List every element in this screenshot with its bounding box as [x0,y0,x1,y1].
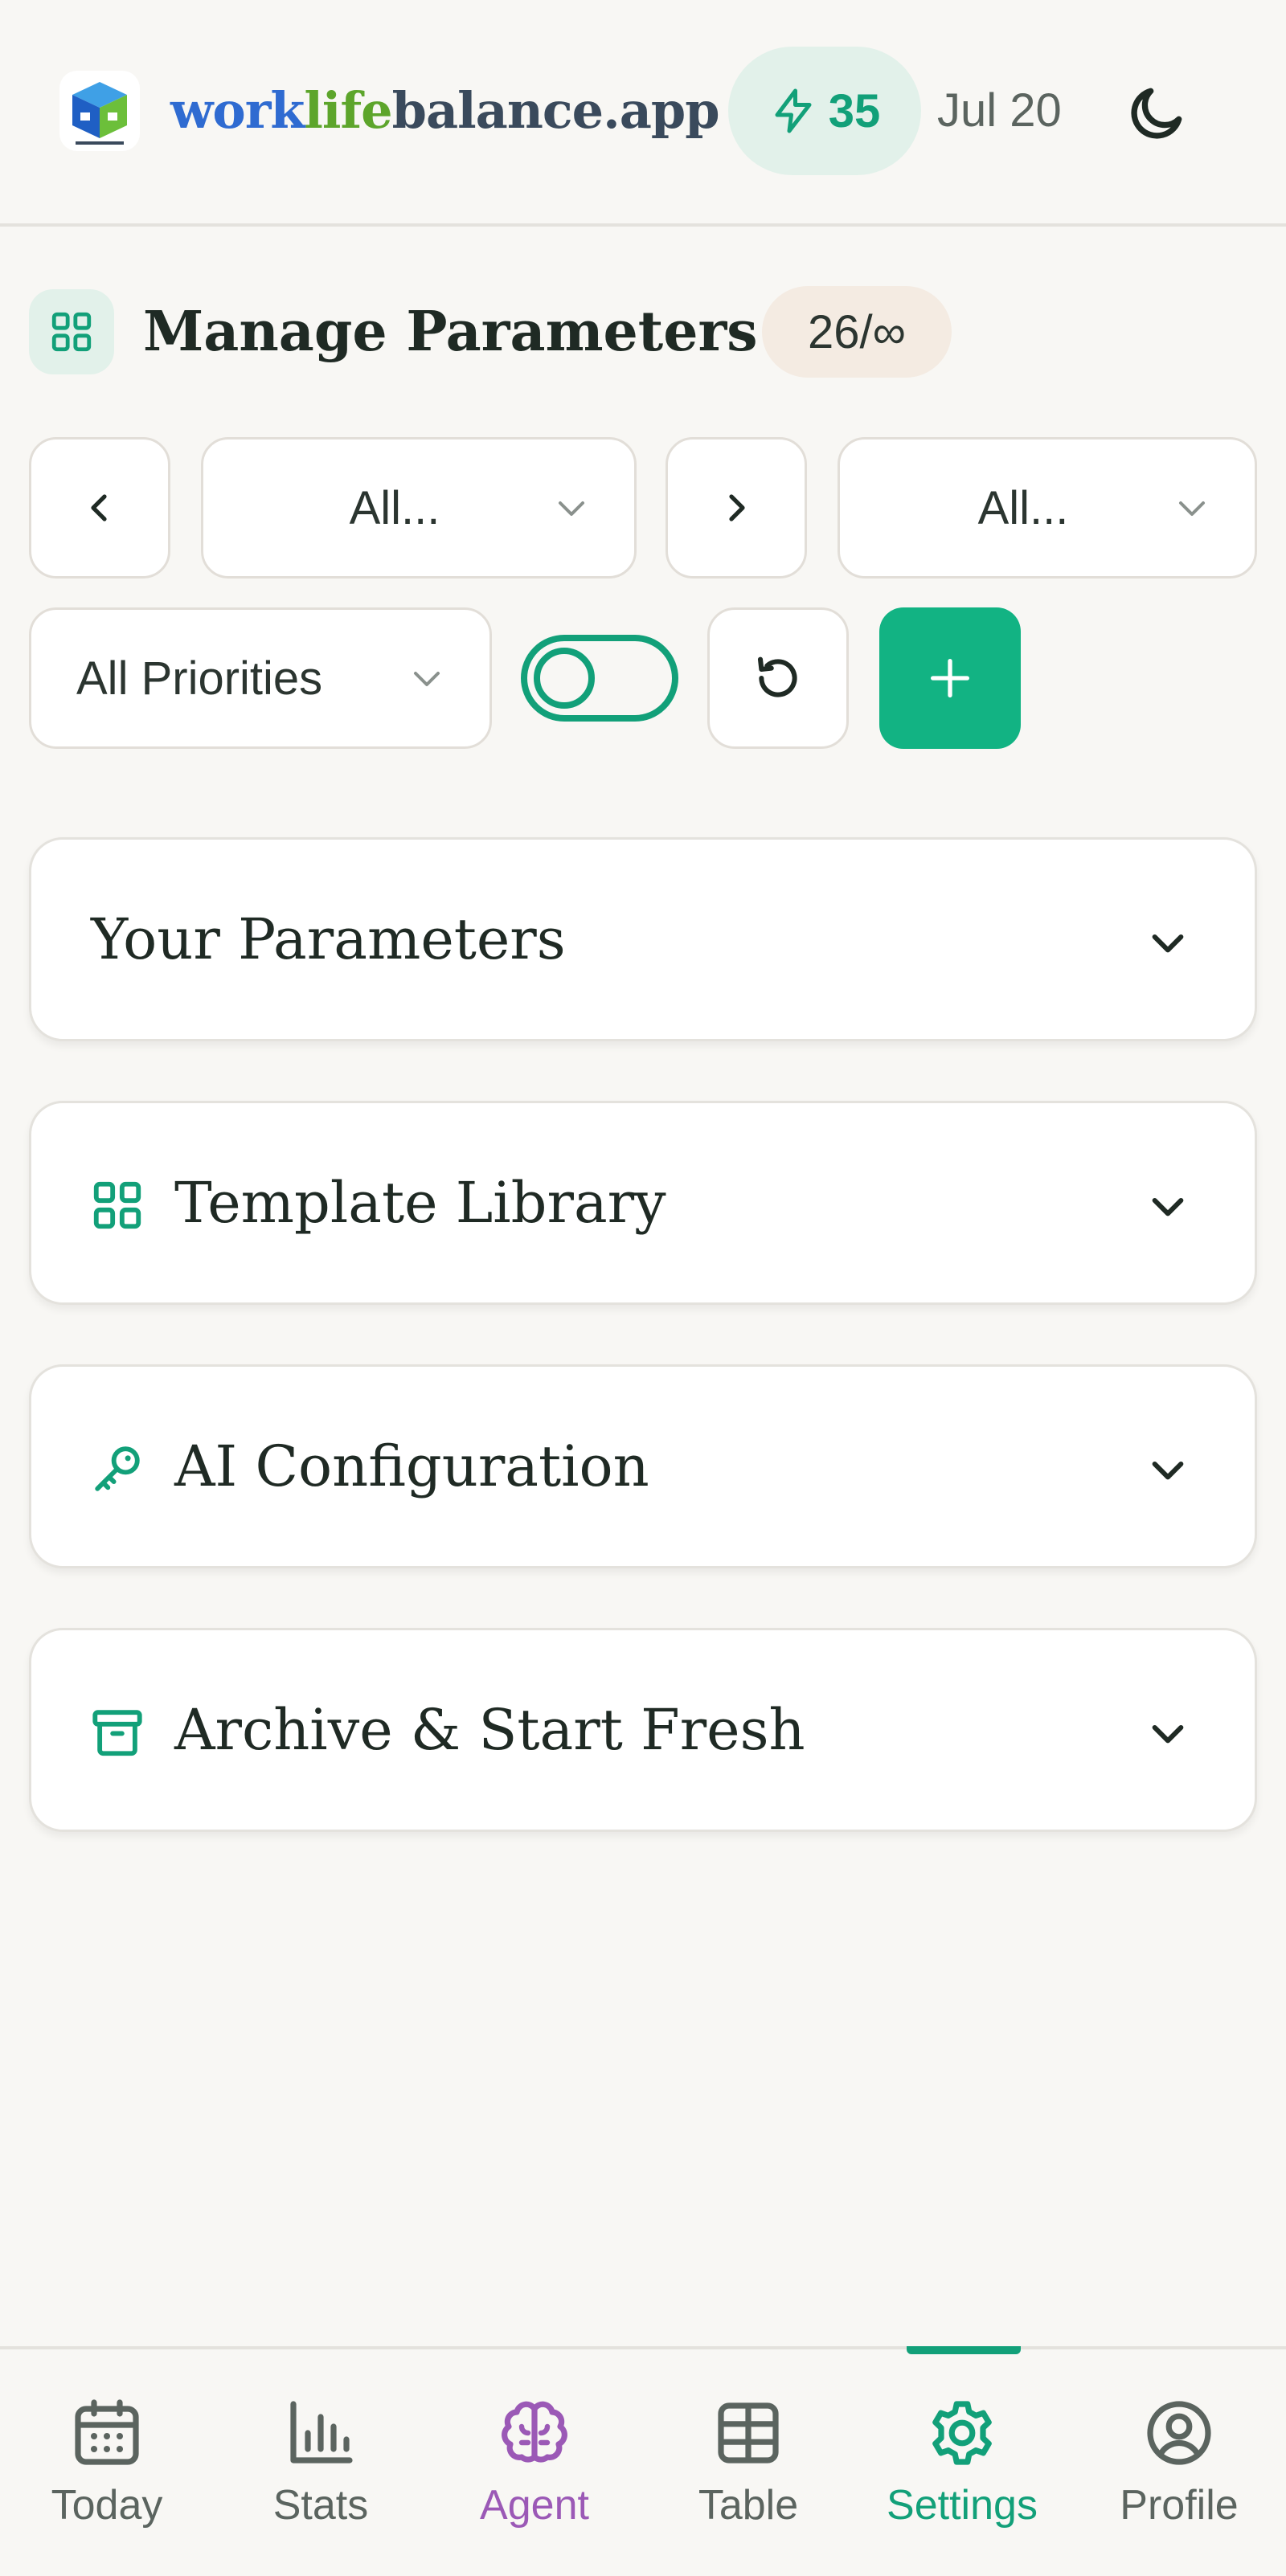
chevron-right-icon [729,494,745,521]
user-circle-icon [1147,2401,1211,2465]
chevron-down-icon [1179,501,1205,516]
refresh-icon [757,656,797,697]
nav-item-profile[interactable]: Profile [1072,2349,1286,2576]
section-label: Your Parameters [91,906,566,972]
page-title: Manage Parameters [143,300,758,364]
nav-item-stats[interactable]: Stats [214,2349,428,2576]
toggle-knob [534,648,595,709]
chevron-down-icon [1152,1197,1184,1216]
template-library-section[interactable]: Template Library [29,1101,1257,1305]
nav-label: Settings [887,2482,1038,2529]
parameters-grid-icon [29,289,114,374]
nav-item-today[interactable]: Today [0,2349,214,2576]
chevron-down-icon [1152,934,1184,953]
nav-item-table[interactable]: Table [641,2349,855,2576]
bar-chart-icon [290,2401,353,2464]
secondary-select[interactable]: All... [838,437,1257,579]
category-select[interactable]: All... [201,437,637,579]
ai-configuration-section[interactable]: AI Configuration [29,1364,1257,1568]
your-parameters-section[interactable]: Your Parameters [29,837,1257,1041]
app-logo[interactable] [59,71,140,151]
section-label: Archive & Start Fresh [174,1697,805,1763]
bottom-navigation: Today Stats Agent Table Settings Profile [0,2346,1286,2576]
logo-cube-icon [61,72,138,149]
chevron-down-icon [1152,1461,1184,1480]
category-select-value: All... [349,481,440,534]
lightning-icon [775,88,812,133]
section-label: AI Configuration [174,1433,649,1499]
secondary-select-value: All... [977,481,1069,534]
previous-button[interactable] [29,437,170,579]
reset-button[interactable] [707,607,849,749]
priority-select[interactable]: All Priorities [29,607,492,749]
nav-item-settings[interactable]: Settings [855,2349,1069,2576]
key-icon [95,1446,140,1491]
streak-count: 35 [828,84,881,137]
calendar-icon [75,2399,139,2465]
chevron-down-icon [1152,1724,1184,1744]
current-date: Jul 20 [937,84,1062,137]
priority-select-value: All Priorities [76,652,323,705]
filter-toggle[interactable] [521,635,678,722]
app-header: worklifebalance.app 35 Jul 20 [0,0,1286,227]
grid-icon [93,1181,141,1229]
gear-icon [932,2401,992,2465]
plus-icon [931,659,969,697]
table-icon [718,2402,779,2464]
chevron-left-icon [91,494,107,521]
nav-item-agent[interactable]: Agent [428,2349,641,2576]
archive-start-fresh-section[interactable]: Archive & Start Fresh [29,1628,1257,1832]
brand-part-balance: balance [391,81,604,140]
brand-part-work: work [170,81,305,140]
add-parameter-button[interactable] [879,607,1021,749]
nav-label: Profile [1120,2482,1239,2529]
next-button[interactable] [666,437,807,579]
brand-name[interactable]: worklifebalance.app [170,77,720,145]
streak-badge[interactable]: 35 [728,47,921,175]
chevron-down-icon [414,672,440,686]
nav-label: Today [51,2482,163,2529]
grid-icon [51,312,92,352]
brand-part-life: life [304,81,392,140]
parameter-count-badge: 26/∞ [762,286,952,378]
nav-label: Stats [272,2482,369,2529]
nav-label: Table [698,2482,799,2529]
nav-label: Agent [480,2482,589,2529]
archive-icon [92,1710,142,1756]
chevron-down-icon [559,501,584,516]
brain-icon [502,2401,567,2463]
section-label: Template Library [174,1170,666,1236]
moon-icon[interactable] [1125,80,1190,145]
brand-part-tld: .app [603,81,719,140]
